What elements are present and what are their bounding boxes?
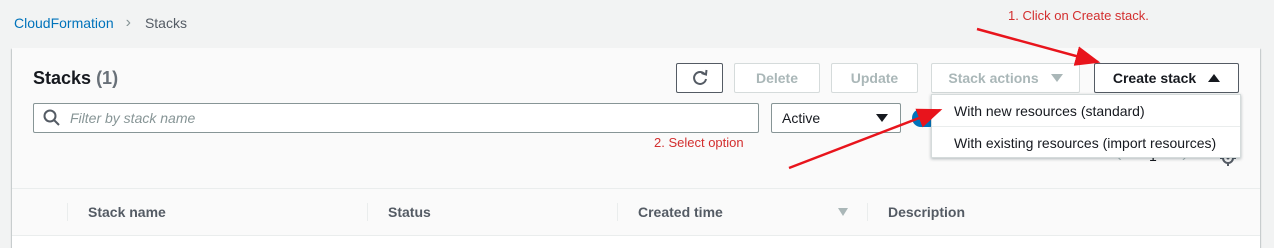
column-divider (67, 203, 68, 221)
column-stack-name[interactable]: Stack name (88, 189, 166, 235)
create-stack-label: Create stack (1112, 70, 1197, 86)
menu-item-new-resources[interactable]: With new resources (standard) (932, 95, 1240, 126)
chevron-right-icon: › (125, 14, 131, 31)
column-description[interactable]: Description (888, 189, 965, 235)
column-divider (617, 203, 618, 221)
stacks-panel: Stacks (1) Delete Update Stack actions C… (12, 48, 1260, 248)
menu-item-existing-resources[interactable]: With existing resources (import resource… (932, 126, 1240, 158)
caret-down-icon (1050, 74, 1063, 82)
breadcrumb-current: Stacks (144, 15, 187, 31)
status-filter-select[interactable]: Active (771, 103, 901, 133)
stack-actions-button[interactable]: Stack actions (931, 63, 1080, 93)
sort-descending-icon[interactable] (838, 208, 848, 216)
create-stack-button[interactable]: Create stack (1094, 63, 1239, 93)
page-title: Stacks (1) (33, 68, 118, 89)
column-divider (867, 203, 868, 221)
delete-button[interactable]: Delete (734, 63, 820, 93)
create-stack-menu: With new resources (standard) With exist… (931, 94, 1241, 158)
search-icon (43, 109, 60, 126)
title-text: Stacks (33, 68, 92, 88)
refresh-button[interactable] (676, 63, 723, 93)
column-status[interactable]: Status (388, 189, 431, 235)
search-input[interactable] (68, 109, 752, 127)
panel-header: Stacks (1) Delete Update Stack actions C… (12, 48, 1260, 189)
caret-down-icon (876, 114, 888, 122)
status-filter-value: Active (782, 110, 821, 126)
annotation-step-1: 1. Click on Create stack. (1008, 8, 1149, 23)
column-created-time[interactable]: Created time (638, 189, 723, 235)
annotation-step-2: 2. Select option (654, 135, 744, 150)
update-button[interactable]: Update (831, 63, 918, 93)
search-field[interactable] (33, 103, 759, 133)
breadcrumb: CloudFormation › Stacks (14, 14, 187, 32)
table-header: Stack name Status Created time Descripti… (12, 189, 1260, 236)
column-divider (367, 203, 368, 221)
refresh-icon (692, 69, 707, 85)
caret-up-icon (1208, 74, 1221, 82)
stack-count: (1) (96, 68, 119, 88)
breadcrumb-cloudformation-link[interactable]: CloudFormation (14, 15, 114, 31)
stack-actions-label: Stack actions (948, 70, 1039, 86)
